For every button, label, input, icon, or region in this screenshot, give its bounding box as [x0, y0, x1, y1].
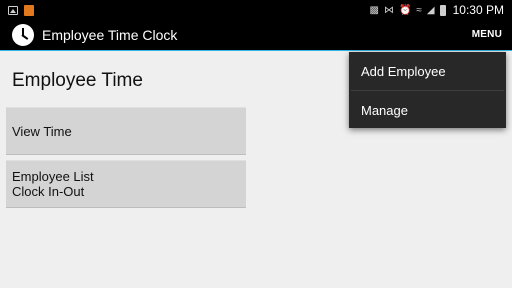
app-title: Employee Time Clock: [42, 27, 178, 43]
bluetooth-icon: ⋈: [383, 4, 394, 16]
image-icon: [8, 5, 18, 15]
signal-icon: ◢: [426, 4, 435, 16]
clock-in-out-label: Clock In-Out: [12, 184, 85, 199]
status-time: 10:30 PM: [452, 3, 504, 17]
wifi-icon: ≈: [416, 4, 422, 16]
menu-button[interactable]: MENU: [472, 29, 502, 40]
employee-list-label: Employee List: [12, 169, 94, 184]
page-title: Employee Time: [12, 70, 143, 91]
view-time-button[interactable]: View Time: [6, 107, 246, 155]
menu-item-add-employee[interactable]: Add Employee: [349, 52, 506, 90]
clock-icon: [12, 24, 34, 46]
status-bar-left: [8, 4, 34, 16]
view-time-label: View Time: [12, 123, 72, 139]
menu-item-label: Add Employee: [361, 63, 446, 79]
action-bar: Employee Time Clock MENU: [0, 20, 512, 50]
menu-item-label: Manage: [361, 102, 408, 118]
status-bar: ▩ ⋈ ⏰ ≈ ◢ 10:30 PM: [0, 0, 512, 20]
lock-icon: ▩: [369, 4, 379, 16]
action-bar-accent-line: [0, 50, 512, 51]
alarm-icon: ⏰: [398, 4, 412, 16]
status-bar-right: ▩ ⋈ ⏰ ≈ ◢ 10:30 PM: [370, 3, 504, 17]
employee-list-button[interactable]: Employee List Clock In-Out: [6, 160, 246, 208]
battery-icon: [439, 4, 446, 16]
overflow-menu: Add Employee Manage: [349, 52, 506, 128]
menu-item-manage[interactable]: Manage: [349, 91, 506, 129]
app-notification-icon: [24, 4, 34, 16]
